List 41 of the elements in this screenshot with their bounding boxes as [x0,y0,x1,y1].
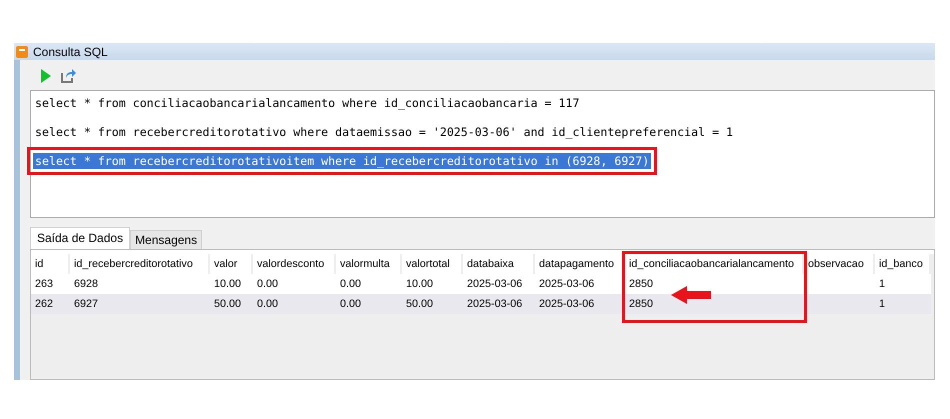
tab[interactable]: Saída de Dados [30,227,130,249]
sql-editor[interactable] [30,90,935,218]
table-cell: 2025-03-06 [463,274,535,294]
column-header[interactable]: datapagamento [535,254,625,274]
table-cell: 0.00 [336,274,402,294]
table-cell: 0.00 [253,294,336,314]
table-cell: 10.00 [402,274,463,294]
column-header[interactable]: valortotal [402,254,463,274]
table-cell: 0.00 [336,294,402,314]
export-icon[interactable] [60,68,76,84]
column-header[interactable]: id [31,254,70,274]
column-header[interactable]: observacao [804,254,875,274]
table-cell: 10.00 [210,274,253,294]
arrow-icon [671,286,711,304]
column-header[interactable]: id_banco [875,254,931,274]
window-title: Consulta SQL [33,44,108,58]
table-cell: 0.00 [253,274,336,294]
table-cell: 1 [875,274,931,294]
table-cell: 50.00 [210,294,253,314]
tab[interactable]: Mensagens [130,230,202,249]
table-cell: 2850 [625,274,804,294]
column-header[interactable]: databaixa [463,254,535,274]
play-icon[interactable] [40,68,52,84]
code-line: select * from conciliacaobancarialancamento where id_conciliacaobancaria = 117 [34,95,580,111]
column-header[interactable]: valordesconto [253,254,336,274]
column-header[interactable]: id_conciliacaobancarialancamento [625,254,804,274]
column-header[interactable]: valormulta [336,254,402,274]
table-cell: 1 [875,294,931,314]
table-cell: 262 [31,294,70,314]
table-cell: 2025-03-06 [535,274,625,294]
table-cell: 6928 [70,274,210,294]
table-cell: 2025-03-06 [535,294,625,314]
table-cell: 50.00 [402,294,463,314]
code-line: select * from recebercreditorotativo where dataemissao = '2025-03-06' and id_clientepreferencial = 1 [34,124,734,140]
table-cell: 6927 [70,294,210,314]
table-cell: 263 [31,274,70,294]
column-header[interactable]: valor [210,254,253,274]
column-header[interactable]: id_recebercreditorotativo [70,254,210,274]
table-cell: 2025-03-06 [463,294,535,314]
app-icon [16,46,28,58]
table-cell [804,294,875,314]
